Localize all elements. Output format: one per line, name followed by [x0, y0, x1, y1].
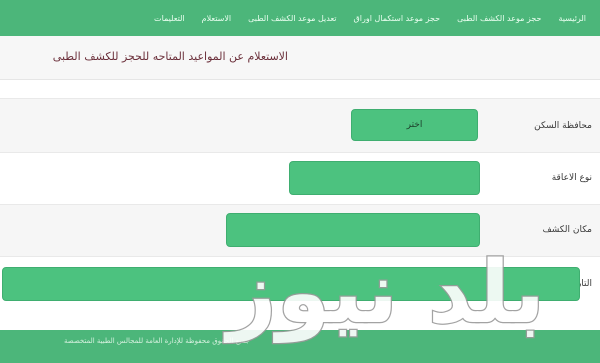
- nav-item-instructions[interactable]: التعليمات: [154, 14, 185, 23]
- nav-item-edit-medical-exam[interactable]: تعديل موعد الكشف الطبى: [248, 14, 336, 23]
- nav-item-book-paper-completion[interactable]: حجز موعد استكمال اوراق: [354, 14, 441, 23]
- footer: جميع الحقوق محفوظة للإدارة العامة للمجال…: [0, 330, 600, 363]
- disability-type-select[interactable]: [289, 161, 480, 195]
- top-navigation-bar: الرئيسية حجز موعد الكشف الطبى حجز موعد ا…: [0, 0, 600, 36]
- form-row-governorate: محافظة السكن اختر: [0, 98, 600, 152]
- exam-place-select[interactable]: [226, 213, 480, 247]
- disability-type-label: نوع الاعاقة: [551, 173, 592, 183]
- form-row-exam-place: مكان الكشف: [0, 204, 600, 256]
- footer-copyright: جميع الحقوق محفوظة للإدارة العامة للمجال…: [64, 337, 250, 345]
- form-row-date: التاريخ: [0, 256, 600, 330]
- title-bar: الاستعلام عن المواعيد المتاحه للحجز للكش…: [0, 36, 600, 80]
- nav-item-book-medical-exam[interactable]: حجز موعد الكشف الطبى: [457, 14, 541, 23]
- governorate-select[interactable]: اختر: [351, 109, 478, 141]
- governorate-label: محافظة السكن: [534, 121, 592, 131]
- date-select[interactable]: [2, 267, 580, 301]
- governorate-select-value: اختر: [406, 120, 423, 130]
- page-title: الاستعلام عن المواعيد المتاحه للحجز للكش…: [52, 50, 288, 63]
- nav-item-inquiry[interactable]: الاستعلام: [202, 14, 232, 23]
- spacer: [0, 80, 600, 98]
- form-row-disability-type: نوع الاعاقة: [0, 152, 600, 204]
- nav-item-home[interactable]: الرئيسية: [558, 14, 586, 23]
- exam-place-label: مكان الكشف: [542, 225, 592, 235]
